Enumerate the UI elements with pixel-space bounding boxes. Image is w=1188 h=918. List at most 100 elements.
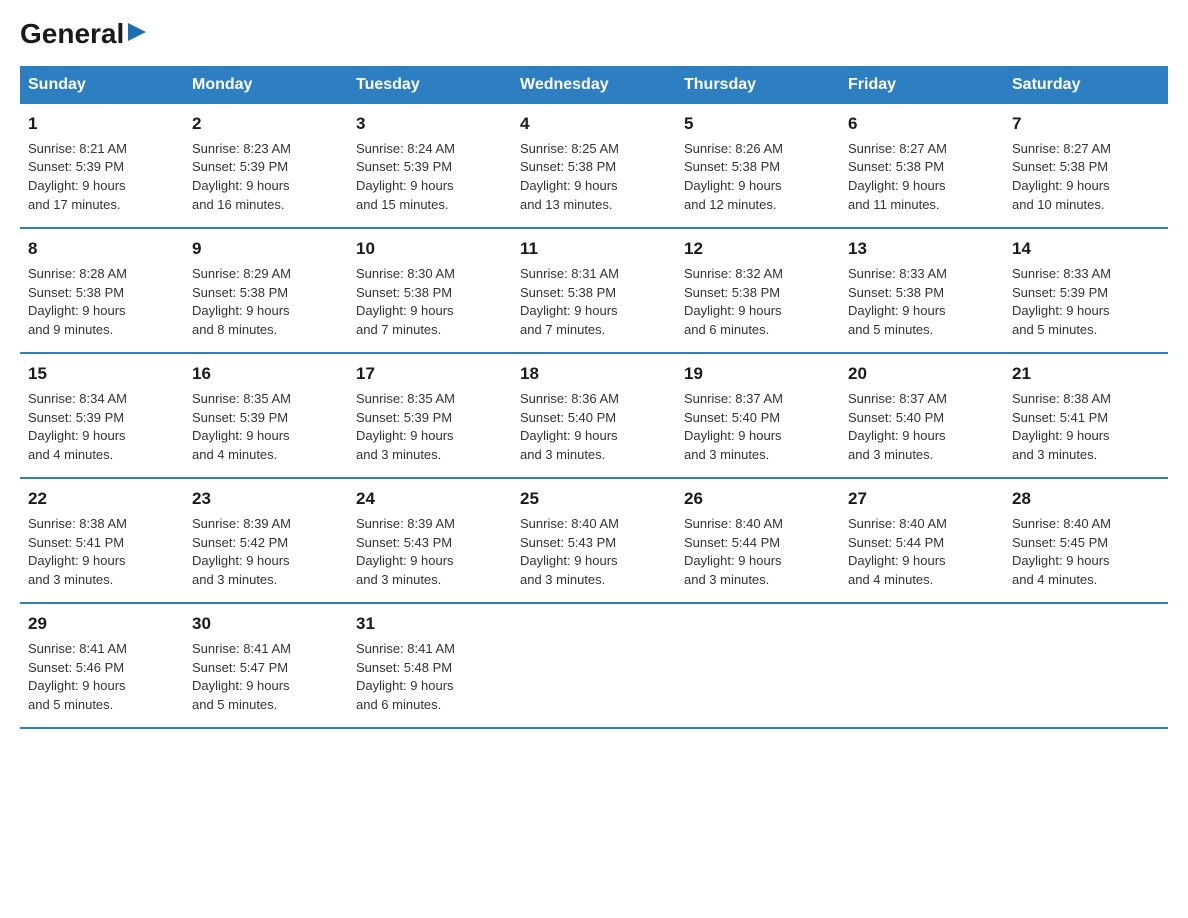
calendar-week-row: 1 Sunrise: 8:21 AM Sunset: 5:39 PM Dayli… bbox=[20, 104, 1168, 228]
calendar-cell: 10 Sunrise: 8:30 AM Sunset: 5:38 PM Dayl… bbox=[348, 228, 512, 353]
day-number: 11 bbox=[520, 237, 668, 262]
calendar-cell: 4 Sunrise: 8:25 AM Sunset: 5:38 PM Dayli… bbox=[512, 104, 676, 228]
day-number: 27 bbox=[848, 487, 996, 512]
day-number: 23 bbox=[192, 487, 340, 512]
day-info: Sunrise: 8:41 AM Sunset: 5:48 PM Dayligh… bbox=[356, 640, 504, 715]
day-number: 20 bbox=[848, 362, 996, 387]
logo-part1: General bbox=[20, 20, 124, 48]
day-info: Sunrise: 8:35 AM Sunset: 5:39 PM Dayligh… bbox=[356, 390, 504, 465]
day-info: Sunrise: 8:35 AM Sunset: 5:39 PM Dayligh… bbox=[192, 390, 340, 465]
calendar-cell: 9 Sunrise: 8:29 AM Sunset: 5:38 PM Dayli… bbox=[184, 228, 348, 353]
day-info: Sunrise: 8:40 AM Sunset: 5:45 PM Dayligh… bbox=[1012, 515, 1160, 590]
day-info: Sunrise: 8:41 AM Sunset: 5:46 PM Dayligh… bbox=[28, 640, 176, 715]
day-number: 30 bbox=[192, 612, 340, 637]
day-info: Sunrise: 8:38 AM Sunset: 5:41 PM Dayligh… bbox=[1012, 390, 1160, 465]
day-number: 6 bbox=[848, 112, 996, 137]
day-number: 1 bbox=[28, 112, 176, 137]
column-header-sunday: Sunday bbox=[20, 66, 184, 104]
day-info: Sunrise: 8:38 AM Sunset: 5:41 PM Dayligh… bbox=[28, 515, 176, 590]
day-info: Sunrise: 8:23 AM Sunset: 5:39 PM Dayligh… bbox=[192, 140, 340, 215]
calendar-cell bbox=[1004, 603, 1168, 728]
day-number: 21 bbox=[1012, 362, 1160, 387]
day-number: 7 bbox=[1012, 112, 1160, 137]
day-number: 5 bbox=[684, 112, 832, 137]
day-info: Sunrise: 8:27 AM Sunset: 5:38 PM Dayligh… bbox=[1012, 140, 1160, 215]
calendar-cell: 23 Sunrise: 8:39 AM Sunset: 5:42 PM Dayl… bbox=[184, 478, 348, 603]
calendar-week-row: 22 Sunrise: 8:38 AM Sunset: 5:41 PM Dayl… bbox=[20, 478, 1168, 603]
calendar-cell: 6 Sunrise: 8:27 AM Sunset: 5:38 PM Dayli… bbox=[840, 104, 1004, 228]
day-info: Sunrise: 8:41 AM Sunset: 5:47 PM Dayligh… bbox=[192, 640, 340, 715]
calendar-cell: 12 Sunrise: 8:32 AM Sunset: 5:38 PM Dayl… bbox=[676, 228, 840, 353]
day-number: 18 bbox=[520, 362, 668, 387]
day-number: 3 bbox=[356, 112, 504, 137]
day-number: 17 bbox=[356, 362, 504, 387]
day-number: 14 bbox=[1012, 237, 1160, 262]
calendar-cell: 7 Sunrise: 8:27 AM Sunset: 5:38 PM Dayli… bbox=[1004, 104, 1168, 228]
calendar-cell: 28 Sunrise: 8:40 AM Sunset: 5:45 PM Dayl… bbox=[1004, 478, 1168, 603]
day-info: Sunrise: 8:28 AM Sunset: 5:38 PM Dayligh… bbox=[28, 265, 176, 340]
day-info: Sunrise: 8:30 AM Sunset: 5:38 PM Dayligh… bbox=[356, 265, 504, 340]
calendar-cell: 14 Sunrise: 8:33 AM Sunset: 5:39 PM Dayl… bbox=[1004, 228, 1168, 353]
calendar-cell: 19 Sunrise: 8:37 AM Sunset: 5:40 PM Dayl… bbox=[676, 353, 840, 478]
column-header-wednesday: Wednesday bbox=[512, 66, 676, 104]
day-number: 4 bbox=[520, 112, 668, 137]
calendar-cell: 5 Sunrise: 8:26 AM Sunset: 5:38 PM Dayli… bbox=[676, 104, 840, 228]
day-info: Sunrise: 8:21 AM Sunset: 5:39 PM Dayligh… bbox=[28, 140, 176, 215]
calendar-header-row: SundayMondayTuesdayWednesdayThursdayFrid… bbox=[20, 66, 1168, 104]
calendar-week-row: 15 Sunrise: 8:34 AM Sunset: 5:39 PM Dayl… bbox=[20, 353, 1168, 478]
day-number: 22 bbox=[28, 487, 176, 512]
calendar-cell: 30 Sunrise: 8:41 AM Sunset: 5:47 PM Dayl… bbox=[184, 603, 348, 728]
calendar-cell: 29 Sunrise: 8:41 AM Sunset: 5:46 PM Dayl… bbox=[20, 603, 184, 728]
day-info: Sunrise: 8:26 AM Sunset: 5:38 PM Dayligh… bbox=[684, 140, 832, 215]
day-info: Sunrise: 8:32 AM Sunset: 5:38 PM Dayligh… bbox=[684, 265, 832, 340]
logo-triangle-icon bbox=[126, 21, 148, 43]
day-number: 26 bbox=[684, 487, 832, 512]
calendar-cell: 13 Sunrise: 8:33 AM Sunset: 5:38 PM Dayl… bbox=[840, 228, 1004, 353]
column-header-monday: Monday bbox=[184, 66, 348, 104]
day-info: Sunrise: 8:40 AM Sunset: 5:44 PM Dayligh… bbox=[848, 515, 996, 590]
day-info: Sunrise: 8:37 AM Sunset: 5:40 PM Dayligh… bbox=[684, 390, 832, 465]
calendar-cell: 3 Sunrise: 8:24 AM Sunset: 5:39 PM Dayli… bbox=[348, 104, 512, 228]
day-number: 10 bbox=[356, 237, 504, 262]
day-number: 24 bbox=[356, 487, 504, 512]
calendar-cell: 2 Sunrise: 8:23 AM Sunset: 5:39 PM Dayli… bbox=[184, 104, 348, 228]
day-info: Sunrise: 8:25 AM Sunset: 5:38 PM Dayligh… bbox=[520, 140, 668, 215]
calendar-cell: 1 Sunrise: 8:21 AM Sunset: 5:39 PM Dayli… bbox=[20, 104, 184, 228]
day-number: 13 bbox=[848, 237, 996, 262]
calendar-cell: 22 Sunrise: 8:38 AM Sunset: 5:41 PM Dayl… bbox=[20, 478, 184, 603]
calendar-cell: 15 Sunrise: 8:34 AM Sunset: 5:39 PM Dayl… bbox=[20, 353, 184, 478]
day-info: Sunrise: 8:36 AM Sunset: 5:40 PM Dayligh… bbox=[520, 390, 668, 465]
calendar-cell: 18 Sunrise: 8:36 AM Sunset: 5:40 PM Dayl… bbox=[512, 353, 676, 478]
day-info: Sunrise: 8:27 AM Sunset: 5:38 PM Dayligh… bbox=[848, 140, 996, 215]
calendar-cell: 16 Sunrise: 8:35 AM Sunset: 5:39 PM Dayl… bbox=[184, 353, 348, 478]
day-number: 31 bbox=[356, 612, 504, 637]
calendar-cell: 8 Sunrise: 8:28 AM Sunset: 5:38 PM Dayli… bbox=[20, 228, 184, 353]
day-number: 9 bbox=[192, 237, 340, 262]
calendar-cell bbox=[512, 603, 676, 728]
day-info: Sunrise: 8:39 AM Sunset: 5:42 PM Dayligh… bbox=[192, 515, 340, 590]
day-number: 19 bbox=[684, 362, 832, 387]
day-info: Sunrise: 8:29 AM Sunset: 5:38 PM Dayligh… bbox=[192, 265, 340, 340]
calendar-cell: 25 Sunrise: 8:40 AM Sunset: 5:43 PM Dayl… bbox=[512, 478, 676, 603]
calendar-cell: 11 Sunrise: 8:31 AM Sunset: 5:38 PM Dayl… bbox=[512, 228, 676, 353]
calendar-week-row: 8 Sunrise: 8:28 AM Sunset: 5:38 PM Dayli… bbox=[20, 228, 1168, 353]
day-number: 28 bbox=[1012, 487, 1160, 512]
day-info: Sunrise: 8:34 AM Sunset: 5:39 PM Dayligh… bbox=[28, 390, 176, 465]
column-header-saturday: Saturday bbox=[1004, 66, 1168, 104]
day-number: 8 bbox=[28, 237, 176, 262]
column-header-thursday: Thursday bbox=[676, 66, 840, 104]
day-number: 29 bbox=[28, 612, 176, 637]
day-number: 2 bbox=[192, 112, 340, 137]
day-info: Sunrise: 8:40 AM Sunset: 5:44 PM Dayligh… bbox=[684, 515, 832, 590]
day-info: Sunrise: 8:31 AM Sunset: 5:38 PM Dayligh… bbox=[520, 265, 668, 340]
day-number: 12 bbox=[684, 237, 832, 262]
calendar-cell: 26 Sunrise: 8:40 AM Sunset: 5:44 PM Dayl… bbox=[676, 478, 840, 603]
day-info: Sunrise: 8:24 AM Sunset: 5:39 PM Dayligh… bbox=[356, 140, 504, 215]
calendar-cell: 17 Sunrise: 8:35 AM Sunset: 5:39 PM Dayl… bbox=[348, 353, 512, 478]
day-number: 15 bbox=[28, 362, 176, 387]
day-info: Sunrise: 8:37 AM Sunset: 5:40 PM Dayligh… bbox=[848, 390, 996, 465]
day-number: 16 bbox=[192, 362, 340, 387]
calendar-cell bbox=[840, 603, 1004, 728]
calendar-cell bbox=[676, 603, 840, 728]
calendar-week-row: 29 Sunrise: 8:41 AM Sunset: 5:46 PM Dayl… bbox=[20, 603, 1168, 728]
